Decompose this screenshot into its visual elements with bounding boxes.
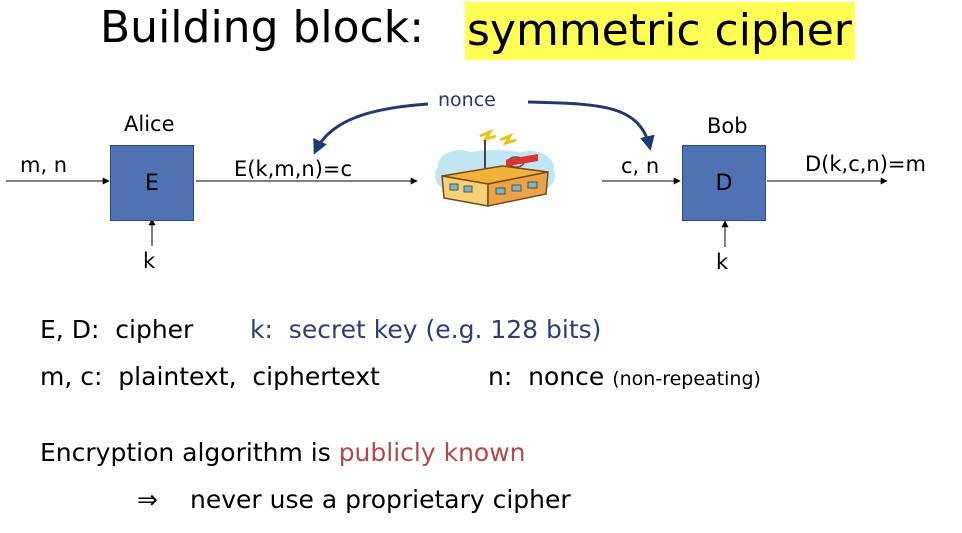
nonce-label: nonce: [438, 89, 496, 111]
implies-symbol: ⇒: [137, 485, 158, 514]
encryption-public-note: Encryption algorithm is publicly known: [40, 438, 526, 467]
definition-nonce-note: (non-repeating): [612, 368, 761, 390]
proprietary-cipher-warning: never use a proprietary cipher: [190, 485, 571, 514]
bob-label: Bob: [707, 114, 748, 138]
definition-nonce-main: n: nonce: [488, 362, 613, 391]
nonce-arrow-left: [313, 102, 429, 155]
bob-key-label: k: [716, 250, 729, 274]
alice-label: Alice: [124, 112, 175, 136]
ciphertext-label: E(k,m,n)=c: [234, 157, 353, 181]
alice-key-label: k: [143, 249, 156, 273]
plaintext-output-label: D(k,c,n)=m: [805, 152, 926, 176]
definition-plaintext-ciphertext: m, c: plaintext, ciphertext: [40, 362, 380, 391]
definition-cipher: E, D: cipher: [40, 315, 194, 344]
note-prefix: Encryption algorithm is: [40, 438, 339, 467]
bob-input-label: c, n: [621, 154, 660, 178]
encrypt-box: E: [110, 145, 194, 221]
decrypt-box: D: [682, 145, 766, 221]
note-emphasis: publicly known: [338, 438, 526, 467]
definition-key: k: secret key (e.g. 128 bits): [250, 315, 602, 344]
encrypt-box-label: E: [145, 170, 159, 196]
decrypt-box-label: D: [715, 170, 733, 196]
radio-station-icon: [435, 129, 555, 207]
definition-nonce: n: nonce (non-repeating): [488, 362, 761, 391]
alice-input-label: m, n: [20, 153, 68, 177]
